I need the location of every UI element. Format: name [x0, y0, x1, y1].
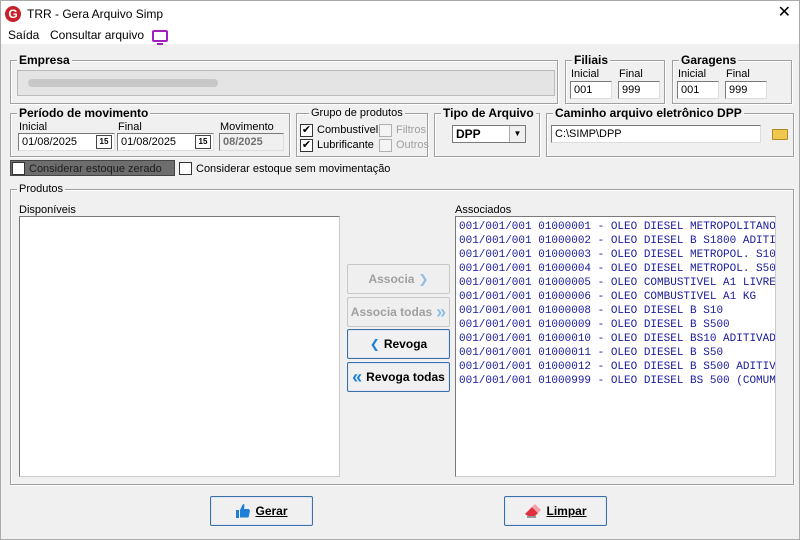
caminho-title: Caminho arquivo eletrônico DPP: [553, 106, 744, 120]
produtos-title: Produtos: [17, 182, 66, 196]
gerar-button[interactable]: Gerar: [210, 496, 313, 526]
double-chevron-left-icon: «: [352, 366, 363, 387]
calendar-icon[interactable]: 15: [96, 135, 112, 149]
combustivel-checkbox[interactable]: ✔: [300, 124, 313, 137]
list-item[interactable]: 001/001/001 01000009 - OLEO DIESEL B S50…: [456, 318, 775, 332]
list-item[interactable]: 001/001/001 01000999 - OLEO DIESEL BS 50…: [456, 374, 775, 388]
estoque-sem-mov-label: Considerar estoque sem movimentação: [196, 163, 391, 175]
list-item[interactable]: 001/001/001 01000003 - OLEO DIESEL METRO…: [456, 248, 775, 262]
revoga-label: Revoga: [383, 337, 428, 351]
caminho-input[interactable]: C:\SIMP\DPP: [551, 125, 761, 143]
chevron-left-icon: ❮: [369, 337, 380, 351]
outros-checkbox: [379, 139, 392, 152]
garagens-inicial-label: Inicial: [678, 68, 707, 80]
tipo-arquivo-value: DPP: [456, 127, 481, 141]
estoque-zerado-checkbox[interactable]: [12, 162, 25, 175]
filiais-final-label: Final: [619, 68, 643, 80]
filiais-inicial-label: Inicial: [571, 68, 600, 80]
list-item[interactable]: 001/001/001 01000002 - OLEO DIESEL B S18…: [456, 234, 775, 248]
periodo-title: Período de movimento: [17, 106, 151, 120]
gerar-label: Gerar: [255, 504, 288, 518]
combustivel-label: Combustível: [317, 124, 379, 136]
limpar-label: Limpar: [546, 504, 587, 518]
revoga-todas-button[interactable]: « Revoga todas: [347, 362, 450, 392]
thumbs-up-icon: [236, 504, 251, 518]
periodo-movimento-label: Movimento: [220, 121, 274, 133]
double-chevron-right-icon: »: [436, 301, 447, 322]
outros-label: Outros: [396, 139, 430, 151]
empresa-title: Empresa: [17, 53, 72, 67]
filtros-checkbox: [379, 124, 392, 137]
filiais-inicial-input[interactable]: 001: [570, 81, 612, 99]
garagens-inicial-input[interactable]: 001: [677, 81, 719, 99]
redacted-text: [28, 79, 218, 87]
title-bar: G TRR - Gera Arquivo Simp ✕: [0, 0, 800, 28]
periodo-inicial-label: Inicial: [19, 121, 48, 133]
eraser-icon: [525, 504, 542, 518]
lubrificante-label: Lubrificante: [317, 139, 374, 151]
filiais-final-input[interactable]: 999: [618, 81, 660, 99]
window-title: TRR - Gera Arquivo Simp: [27, 7, 164, 21]
associa-todas-button[interactable]: Associa todas »: [347, 297, 450, 327]
close-icon[interactable]: ✕: [778, 4, 791, 22]
associados-list[interactable]: 001/001/001 01000001 - OLEO DIESEL METRO…: [455, 216, 776, 477]
garagens-title: Garagens: [679, 53, 739, 67]
list-item[interactable]: 001/001/001 01000001 - OLEO DIESEL METRO…: [456, 220, 775, 234]
estoque-sem-mov-checkbox[interactable]: [179, 162, 192, 175]
list-item[interactable]: 001/001/001 01000008 - OLEO DIESEL B S10: [456, 304, 775, 318]
list-item[interactable]: 001/001/001 01000010 - OLEO DIESEL BS10 …: [456, 332, 775, 346]
menu-item-saida[interactable]: Saída: [8, 28, 39, 42]
tipo-arquivo-select[interactable]: DPP ▼: [452, 125, 526, 143]
list-item[interactable]: 001/001/001 01000006 - OLEO COMBUSTIVEL …: [456, 290, 775, 304]
disponiveis-label: Disponíveis: [19, 204, 76, 216]
limpar-button[interactable]: Limpar: [504, 496, 607, 526]
garagens-final-label: Final: [726, 68, 750, 80]
filtros-label: Filtros: [396, 124, 426, 136]
associa-todas-label: Associa todas: [350, 305, 433, 319]
grupo-produtos-title: Grupo de produtos: [309, 106, 405, 120]
periodo-final-label: Final: [118, 121, 142, 133]
estoque-zerado-label: Considerar estoque zerado: [29, 163, 162, 175]
associa-label: Associa: [368, 272, 415, 286]
empresa-field[interactable]: [17, 70, 555, 96]
associados-label: Associados: [455, 204, 512, 216]
periodo-movimento-input: 08/2025: [219, 133, 284, 151]
revoga-todas-label: Revoga todas: [366, 370, 445, 384]
filiais-title: Filiais: [572, 53, 611, 67]
garagens-final-input[interactable]: 999: [725, 81, 767, 99]
app-logo-icon: G: [5, 6, 21, 22]
associa-button[interactable]: Associa ❯: [347, 264, 450, 294]
list-item[interactable]: 001/001/001 01000005 - OLEO COMBUSTIVEL …: [456, 276, 775, 290]
menu-item-consultar-arquivo[interactable]: Consultar arquivo: [50, 28, 144, 42]
chevron-right-icon: ❯: [418, 272, 429, 286]
menu-bar: Saída Consultar arquivo: [0, 28, 800, 44]
revoga-button[interactable]: ❮ Revoga: [347, 329, 450, 359]
chevron-down-icon: ▼: [509, 126, 525, 142]
list-item[interactable]: 001/001/001 01000004 - OLEO DIESEL METRO…: [456, 262, 775, 276]
monitor-icon[interactable]: [152, 30, 168, 45]
folder-open-icon[interactable]: [772, 129, 788, 140]
lubrificante-checkbox[interactable]: ✔: [300, 139, 313, 152]
disponiveis-list[interactable]: [19, 216, 340, 477]
list-item[interactable]: 001/001/001 01000012 - OLEO DIESEL B S50…: [456, 360, 775, 374]
tipo-arquivo-title: Tipo de Arquivo: [441, 106, 536, 120]
list-item[interactable]: 001/001/001 01000011 - OLEO DIESEL B S50: [456, 346, 775, 360]
calendar-icon[interactable]: 15: [195, 135, 211, 149]
